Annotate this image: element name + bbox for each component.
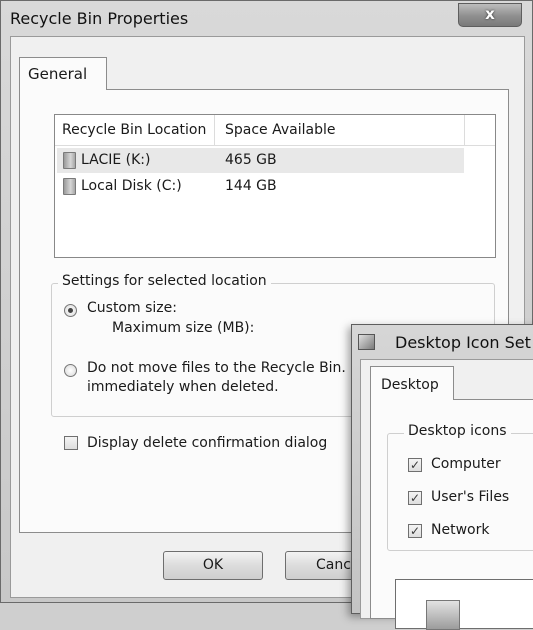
title-bar[interactable]: Recycle Bin Properties x (1, 1, 532, 37)
display-delete-confirmation-checkbox[interactable] (64, 436, 78, 450)
desktop-icon-settings-window[interactable]: Desktop Icon Set (351, 324, 533, 619)
desktop-settings-client-area (360, 359, 533, 619)
space-available: 465 GB (225, 152, 277, 168)
maximum-size-label: Maximum size (MB): (112, 320, 255, 336)
space-available: 144 GB (225, 178, 277, 194)
custom-size-radio[interactable] (64, 304, 77, 317)
drive-icon (63, 178, 76, 195)
location-name: Local Disk (C:) (81, 178, 182, 194)
desktop-icon-settings-title: Desktop Icon Set (395, 333, 531, 352)
recycle-bin-location-list[interactable]: Recycle Bin Location Space Available LAC… (54, 114, 496, 258)
window-title: Recycle Bin Properties (10, 9, 189, 28)
display-delete-confirmation-label[interactable]: Display delete confirmation dialog (87, 435, 327, 451)
column-header-location[interactable]: Recycle Bin Location (55, 115, 215, 145)
list-item-local-disk[interactable]: Local Disk (C:) 144 GB (57, 174, 464, 199)
tab-general[interactable]: General (19, 57, 107, 90)
list-item-lacie[interactable]: LACIE (K:) 465 GB (57, 148, 464, 173)
drive-icon (63, 152, 76, 169)
location-name: LACIE (K:) (81, 152, 151, 168)
list-header: Recycle Bin Location Space Available (55, 115, 495, 146)
column-header-space[interactable]: Space Available (215, 115, 465, 145)
close-button[interactable]: x (458, 3, 522, 27)
desktop-settings-icon (358, 334, 375, 350)
custom-size-label[interactable]: Custom size: (87, 300, 177, 316)
do-not-move-label-line1[interactable]: Do not move files to the Recycle Bin. (87, 360, 346, 376)
do-not-move-radio[interactable] (64, 364, 77, 377)
close-icon: x (485, 5, 495, 23)
settings-group-legend: Settings for selected location (58, 273, 271, 289)
ok-button[interactable]: OK (163, 551, 263, 580)
do-not-move-label-line2[interactable]: immediately when deleted. (87, 379, 279, 395)
